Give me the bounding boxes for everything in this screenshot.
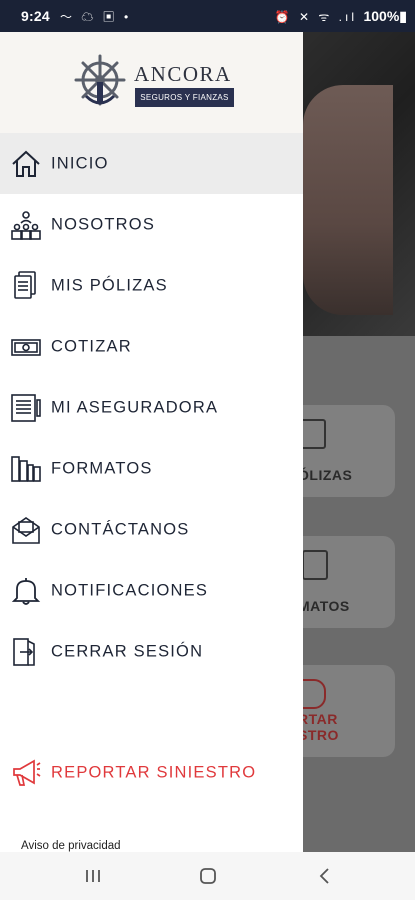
background-card-reportar: RTAR STRO <box>290 665 395 757</box>
mail-icon <box>12 516 40 544</box>
menu-label: CERRAR SESIÓN <box>51 642 204 660</box>
menu-label: NOTIFICACIONES <box>51 581 209 599</box>
menu-item-cerrar-sesion[interactable]: CERRAR SESIÓN <box>0 621 303 682</box>
documents-icon <box>300 419 326 449</box>
battery-indicator: 100%▮ <box>363 8 407 24</box>
documents-icon <box>14 270 36 299</box>
menu-label: REPORTAR SINIESTRO <box>51 763 257 781</box>
menu-item-nosotros[interactable]: NOSOTROS <box>0 194 303 255</box>
menu-label: NOSOTROS <box>51 215 156 233</box>
recent-apps-button[interactable] <box>78 864 108 888</box>
menu-label: FORMATOS <box>51 459 153 477</box>
books-icon <box>11 455 41 482</box>
menu-label: MI ASEGURADORA <box>51 398 219 416</box>
system-navigation-bar <box>0 852 415 900</box>
menu-item-formatos[interactable]: FORMATOS <box>0 438 303 499</box>
notification-icons: 〜 ☁ ▣ • <box>60 10 132 24</box>
menu-item-contactanos[interactable]: CONTÁCTANOS <box>0 499 303 560</box>
books-icon <box>302 550 328 580</box>
menu-item-notificaciones[interactable]: NOTIFICACIONES <box>0 560 303 621</box>
menu-item-cotizar[interactable]: COTIZAR <box>0 316 303 377</box>
team-icon <box>11 210 41 240</box>
background-card-label: MATOS <box>298 598 350 614</box>
money-icon <box>11 338 41 356</box>
menu-label: INICIO <box>51 154 109 172</box>
menu-label: CONTÁCTANOS <box>51 520 190 538</box>
menu-item-mis-polizas[interactable]: MIS PÓLIZAS <box>0 255 303 316</box>
status-bar: 9:24 〜 ☁ ▣ • ⏰ ✕ ᯤ .ıl 100%▮ <box>0 0 415 32</box>
background-card-label: ÓLIZAS <box>298 467 353 483</box>
newspaper-icon <box>11 393 41 422</box>
menu-label: COTIZAR <box>51 337 132 355</box>
status-time: 9:24 <box>21 8 50 24</box>
recent-apps-icon <box>86 870 100 882</box>
menu-item-mi-aseguradora[interactable]: MI ASEGURADORA <box>0 377 303 438</box>
system-icons: ⏰ ✕ ᯤ .ıl <box>274 10 357 24</box>
megaphone-icon <box>13 759 41 786</box>
home-button[interactable] <box>193 864 223 888</box>
menu-label: MIS PÓLIZAS <box>51 276 168 294</box>
privacy-link[interactable]: Aviso de privacidad <box>21 840 121 852</box>
background-card-polizas: ÓLIZAS <box>290 405 395 497</box>
back-chevron-icon <box>319 868 329 884</box>
home-icon <box>12 150 40 177</box>
bell-icon <box>11 577 41 605</box>
brand-name: ANCORA <box>134 62 232 86</box>
background-card-formatos: MATOS <box>290 536 395 628</box>
menu-item-inicio[interactable]: INICIO <box>0 133 303 194</box>
background-card-label: RTAR STRO <box>298 711 339 743</box>
drawer-header: ANCORA SEGUROS Y FIANZAS <box>0 32 303 133</box>
menu-item-reportar-siniestro[interactable]: REPORTAR SINIESTRO <box>0 742 303 803</box>
navigation-drawer: ANCORA SEGUROS Y FIANZAS INICIO NOSOTROS <box>0 32 303 852</box>
megaphone-icon <box>300 679 326 709</box>
home-circle-icon <box>200 868 216 884</box>
anchor-wheel-logo-icon <box>74 54 126 106</box>
background-hero-hand <box>303 85 393 315</box>
logout-icon <box>13 637 35 666</box>
brand-tagline: SEGUROS Y FIANZAS <box>135 88 234 107</box>
back-button[interactable] <box>310 864 340 888</box>
